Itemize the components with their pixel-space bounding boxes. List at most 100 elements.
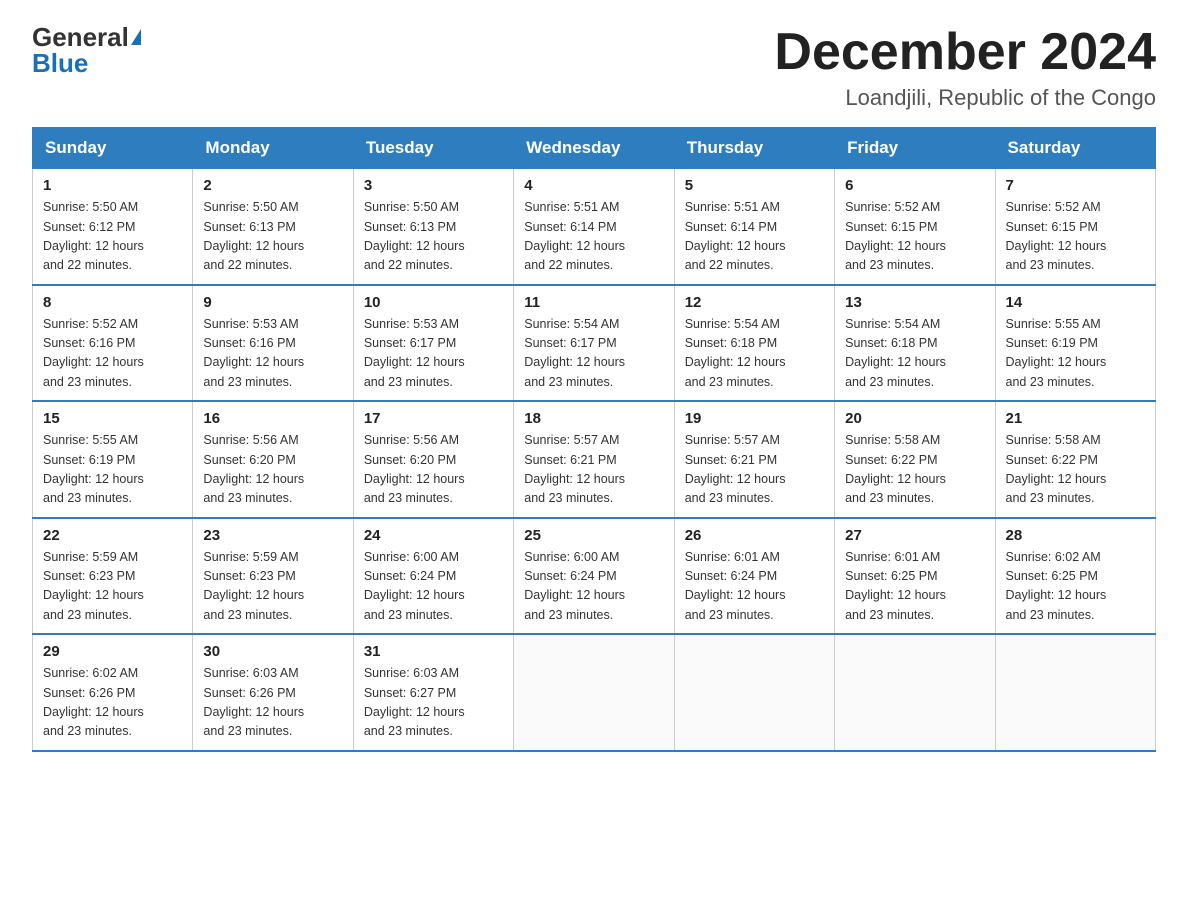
calendar-day-cell: 28Sunrise: 6:02 AMSunset: 6:25 PMDayligh… [995,518,1155,635]
calendar-day-cell: 13 Sunrise: 5:54 AMSunset: 6:18 PMDayligh… [835,285,995,402]
day-info: Sunrise: 5:52 AMSunset: 6:15 PMDaylight:… [845,198,984,276]
logo-general-text: General [32,24,129,50]
calendar-day-cell: 19 Sunrise: 5:57 AMSunset: 6:21 PMDayligh… [674,401,834,518]
calendar-day-cell: 30 Sunrise: 6:03 AMSunset: 6:26 PMDayligh… [193,634,353,751]
day-number: 14 [1006,294,1145,311]
day-info: Sunrise: 5:57 AMSunset: 6:21 PMDaylight:… [524,431,663,509]
day-number: 11 [524,294,663,311]
calendar-day-cell: 12 Sunrise: 5:54 AMSunset: 6:18 PMDayligh… [674,285,834,402]
day-number: 27 [845,527,984,544]
calendar-week-row: 15 Sunrise: 5:55 AMSunset: 6:19 PMDayligh… [33,401,1156,518]
calendar-day-cell: 15 Sunrise: 5:55 AMSunset: 6:19 PMDayligh… [33,401,193,518]
day-info: Sunrise: 5:50 AMSunset: 6:13 PMDaylight:… [203,198,342,276]
day-info: Sunrise: 5:59 AMSunset: 6:23 PMDaylight:… [203,548,342,626]
calendar-day-cell [674,634,834,751]
day-info: Sunrise: 5:59 AMSunset: 6:23 PMDaylight:… [43,548,182,626]
col-monday: Monday [193,128,353,169]
day-number: 8 [43,294,182,311]
day-info: Sunrise: 6:00 AMSunset: 6:24 PMDaylight:… [364,548,503,626]
month-title: December 2024 [774,24,1156,81]
calendar-day-cell: 5Sunrise: 5:51 AMSunset: 6:14 PMDaylight… [674,169,834,285]
day-info: Sunrise: 5:54 AMSunset: 6:17 PMDaylight:… [524,315,663,393]
logo: General Blue [32,24,141,76]
calendar-day-cell: 25 Sunrise: 6:00 AMSunset: 6:24 PMDayligh… [514,518,674,635]
calendar-day-cell [514,634,674,751]
logo-blue-text: Blue [32,50,88,76]
day-info: Sunrise: 5:55 AMSunset: 6:19 PMDaylight:… [1006,315,1145,393]
calendar-day-cell: 23 Sunrise: 5:59 AMSunset: 6:23 PMDayligh… [193,518,353,635]
day-info: Sunrise: 6:02 AMSunset: 6:26 PMDaylight:… [43,664,182,742]
day-info: Sunrise: 5:54 AMSunset: 6:18 PMDaylight:… [685,315,824,393]
day-number: 6 [845,177,984,194]
day-info: Sunrise: 5:50 AMSunset: 6:13 PMDaylight:… [364,198,503,276]
day-info: Sunrise: 6:03 AMSunset: 6:27 PMDaylight:… [364,664,503,742]
col-wednesday: Wednesday [514,128,674,169]
day-number: 18 [524,410,663,427]
calendar-day-cell: 4Sunrise: 5:51 AMSunset: 6:14 PMDaylight… [514,169,674,285]
day-number: 25 [524,527,663,544]
calendar-day-cell [995,634,1155,751]
calendar-day-cell: 8 Sunrise: 5:52 AMSunset: 6:16 PMDaylight… [33,285,193,402]
day-number: 12 [685,294,824,311]
day-number: 20 [845,410,984,427]
day-number: 10 [364,294,503,311]
day-number: 3 [364,177,503,194]
calendar-day-cell: 16Sunrise: 5:56 AMSunset: 6:20 PMDayligh… [193,401,353,518]
day-info: Sunrise: 5:52 AMSunset: 6:15 PMDaylight:… [1006,198,1145,276]
col-thursday: Thursday [674,128,834,169]
header-row: Sunday Monday Tuesday Wednesday Thursday… [33,128,1156,169]
day-info: Sunrise: 5:54 AMSunset: 6:18 PMDaylight:… [845,315,984,393]
calendar-day-cell: 9Sunrise: 5:53 AMSunset: 6:16 PMDaylight… [193,285,353,402]
title-section: December 2024 Loandjili, Republic of the… [774,24,1156,111]
day-number: 5 [685,177,824,194]
calendar-body: 1Sunrise: 5:50 AMSunset: 6:12 PMDaylight… [33,169,1156,751]
day-info: Sunrise: 5:57 AMSunset: 6:21 PMDaylight:… [685,431,824,509]
calendar-week-row: 1Sunrise: 5:50 AMSunset: 6:12 PMDaylight… [33,169,1156,285]
day-number: 7 [1006,177,1145,194]
calendar-week-row: 22 Sunrise: 5:59 AMSunset: 6:23 PMDayligh… [33,518,1156,635]
calendar-table: Sunday Monday Tuesday Wednesday Thursday… [32,127,1156,752]
calendar-day-cell: 1Sunrise: 5:50 AMSunset: 6:12 PMDaylight… [33,169,193,285]
col-sunday: Sunday [33,128,193,169]
day-number: 23 [203,527,342,544]
day-info: Sunrise: 6:01 AMSunset: 6:25 PMDaylight:… [845,548,984,626]
day-number: 30 [203,643,342,660]
calendar-day-cell: 14 Sunrise: 5:55 AMSunset: 6:19 PMDayligh… [995,285,1155,402]
day-info: Sunrise: 5:50 AMSunset: 6:12 PMDaylight:… [43,198,182,276]
calendar-week-row: 29Sunrise: 6:02 AMSunset: 6:26 PMDayligh… [33,634,1156,751]
day-number: 21 [1006,410,1145,427]
calendar-day-cell: 18 Sunrise: 5:57 AMSunset: 6:21 PMDayligh… [514,401,674,518]
day-info: Sunrise: 5:53 AMSunset: 6:17 PMDaylight:… [364,315,503,393]
location-title: Loandjili, Republic of the Congo [774,85,1156,111]
calendar-day-cell: 10 Sunrise: 5:53 AMSunset: 6:17 PMDayligh… [353,285,513,402]
calendar-day-cell: 22 Sunrise: 5:59 AMSunset: 6:23 PMDayligh… [33,518,193,635]
day-info: Sunrise: 6:00 AMSunset: 6:24 PMDaylight:… [524,548,663,626]
day-info: Sunrise: 5:55 AMSunset: 6:19 PMDaylight:… [43,431,182,509]
calendar-week-row: 8 Sunrise: 5:52 AMSunset: 6:16 PMDaylight… [33,285,1156,402]
calendar-header: Sunday Monday Tuesday Wednesday Thursday… [33,128,1156,169]
day-number: 16 [203,410,342,427]
day-number: 9 [203,294,342,311]
day-number: 4 [524,177,663,194]
calendar-day-cell: 3 Sunrise: 5:50 AMSunset: 6:13 PMDaylight… [353,169,513,285]
calendar-day-cell: 17Sunrise: 5:56 AMSunset: 6:20 PMDayligh… [353,401,513,518]
calendar-day-cell: 29Sunrise: 6:02 AMSunset: 6:26 PMDayligh… [33,634,193,751]
day-number: 26 [685,527,824,544]
day-number: 15 [43,410,182,427]
day-number: 31 [364,643,503,660]
day-number: 2 [203,177,342,194]
day-info: Sunrise: 5:52 AMSunset: 6:16 PMDaylight:… [43,315,182,393]
calendar-day-cell: 11 Sunrise: 5:54 AMSunset: 6:17 PMDayligh… [514,285,674,402]
day-number: 13 [845,294,984,311]
day-number: 24 [364,527,503,544]
col-friday: Friday [835,128,995,169]
calendar-day-cell: 21Sunrise: 5:58 AMSunset: 6:22 PMDayligh… [995,401,1155,518]
page-header: General Blue December 2024 Loandjili, Re… [32,24,1156,111]
day-info: Sunrise: 6:01 AMSunset: 6:24 PMDaylight:… [685,548,824,626]
day-number: 28 [1006,527,1145,544]
day-number: 22 [43,527,182,544]
day-number: 19 [685,410,824,427]
day-number: 17 [364,410,503,427]
day-info: Sunrise: 6:03 AMSunset: 6:26 PMDaylight:… [203,664,342,742]
calendar-day-cell: 27 Sunrise: 6:01 AMSunset: 6:25 PMDayligh… [835,518,995,635]
